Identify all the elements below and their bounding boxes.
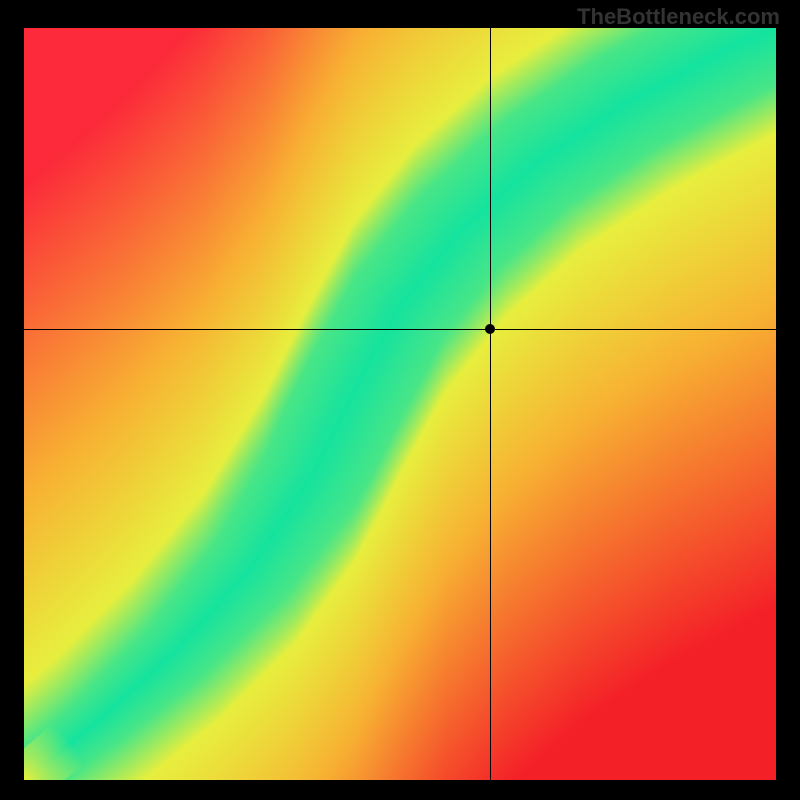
crosshair-horizontal <box>24 329 776 330</box>
heatmap-plot <box>24 28 776 780</box>
watermark-text: TheBottleneck.com <box>577 4 780 30</box>
crosshair-vertical <box>490 28 491 780</box>
heatmap-canvas <box>24 28 776 780</box>
data-point-marker <box>485 324 495 334</box>
